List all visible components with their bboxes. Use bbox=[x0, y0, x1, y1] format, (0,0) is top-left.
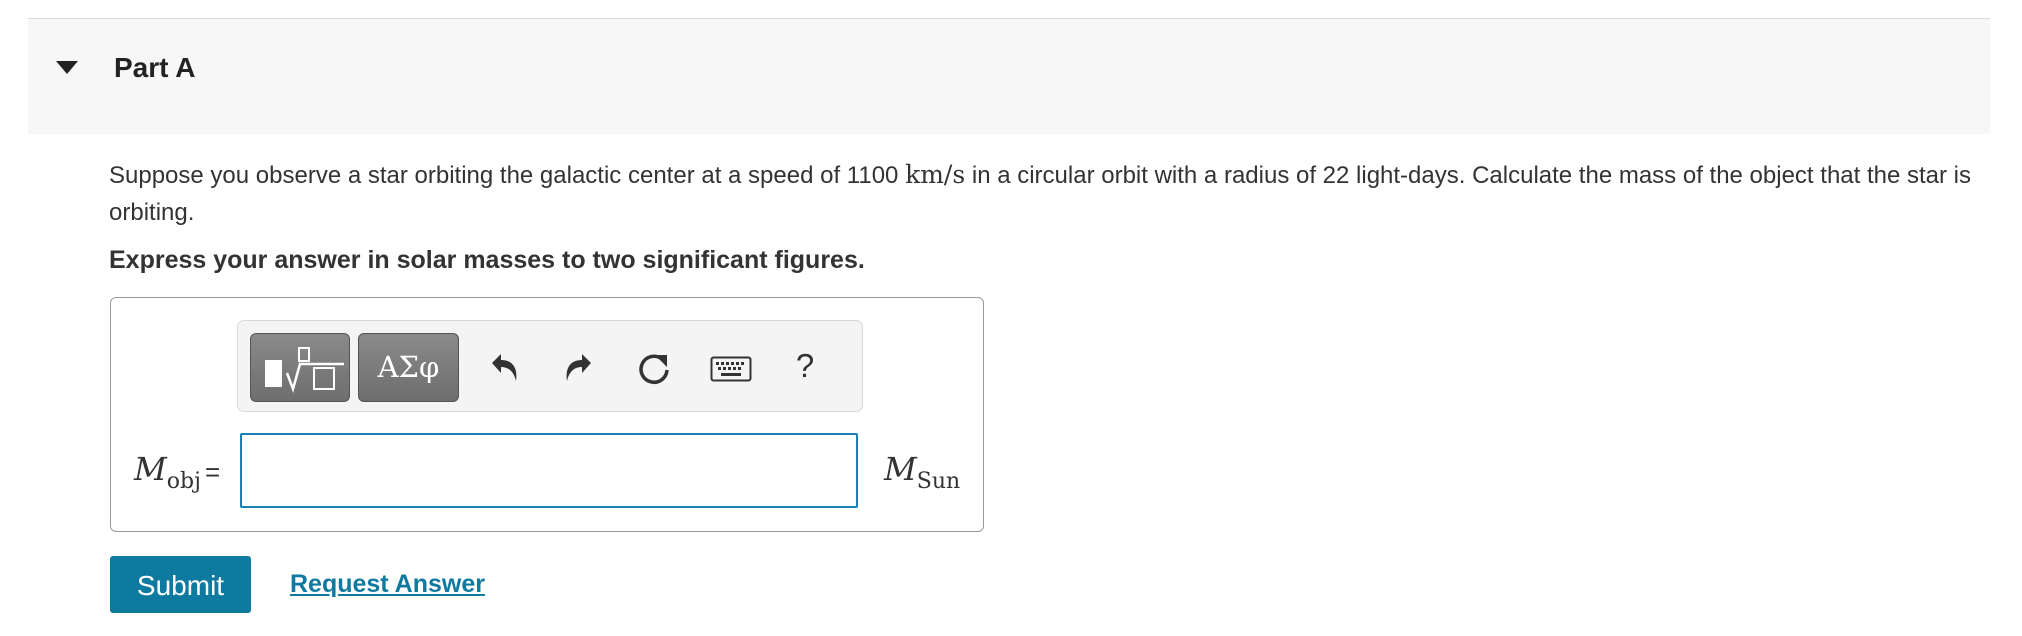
templates-button[interactable] bbox=[250, 333, 350, 402]
submit-button[interactable]: Submit bbox=[110, 556, 251, 613]
answer-input[interactable] bbox=[240, 433, 858, 508]
answer-unit-symbol: M bbox=[884, 450, 917, 488]
answer-unit-subscript: Sun bbox=[916, 469, 961, 494]
equals-sign: = bbox=[205, 457, 221, 487]
question-text-before: Suppose you observe a star orbiting the … bbox=[109, 162, 906, 189]
collapse-caret-icon[interactable] bbox=[56, 61, 78, 74]
part-title: Part A bbox=[114, 52, 196, 83]
redo-icon[interactable] bbox=[561, 351, 597, 385]
undo-icon[interactable] bbox=[486, 351, 522, 385]
answer-unit: MSun bbox=[884, 449, 960, 502]
help-button[interactable]: ? bbox=[790, 346, 820, 386]
greek-letters-button[interactable]: ΑΣφ bbox=[358, 333, 459, 402]
speed-unit: km/s bbox=[905, 160, 966, 189]
reset-icon[interactable] bbox=[636, 351, 674, 389]
answer-variable-symbol: M bbox=[134, 450, 167, 488]
templates-icon bbox=[265, 347, 344, 394]
answer-instruction: Express your answer in solar masses to t… bbox=[109, 246, 865, 274]
answer-variable-subscript: obj bbox=[166, 469, 201, 494]
request-answer-link[interactable]: Request Answer bbox=[290, 568, 485, 600]
question-text: Suppose you observe a star orbiting the … bbox=[109, 156, 1999, 231]
keyboard-icon[interactable] bbox=[710, 356, 752, 384]
answer-variable: Mobj bbox=[134, 449, 201, 502]
part-header[interactable] bbox=[28, 19, 1990, 134]
